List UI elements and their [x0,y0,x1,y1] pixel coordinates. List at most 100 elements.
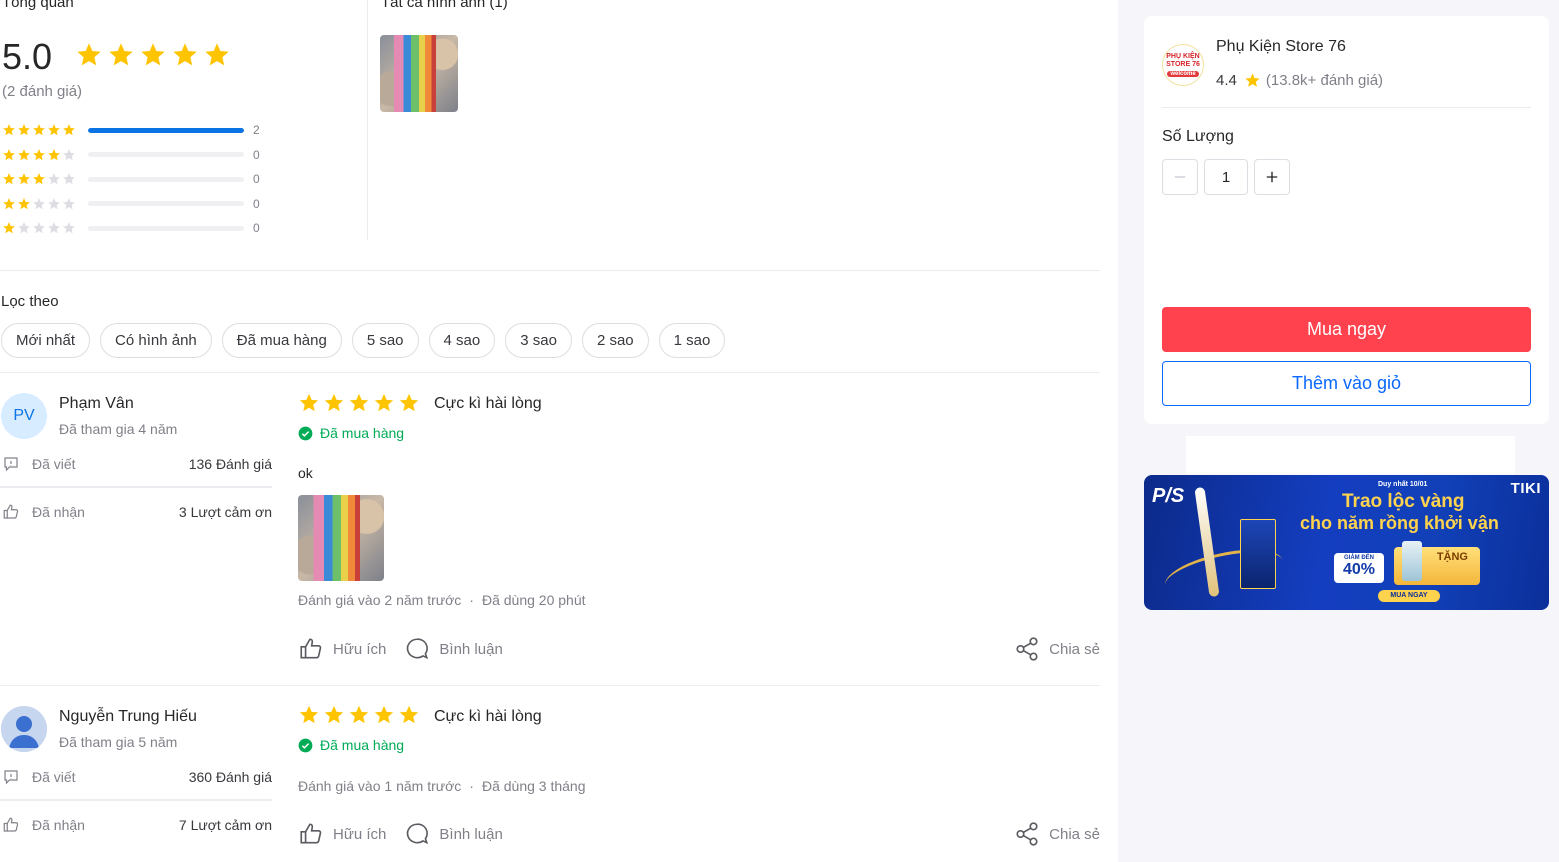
meta-dot: · [469,592,474,608]
review-stars [298,392,420,414]
star-empty-icon [48,222,60,234]
star-filled-icon [33,173,45,185]
distribution-row[interactable]: 0 [2,143,267,168]
distribution-row[interactable]: 0 [2,216,267,241]
reviews-section: Tổng quan Tất cả hình ảnh (1) 5.0 (2 đán… [0,0,1118,862]
distribution-bar [88,152,244,158]
star-filled-icon [3,173,15,185]
thumbs-up-icon [300,638,322,659]
product-box-image [1240,519,1276,589]
helpful-button[interactable]: Hữu ích [298,821,386,847]
review-title: Cực kì hài lòng [434,395,542,412]
comment-icon [4,770,18,785]
reviewer-name: Nguyễn Trung Hiếu [59,708,197,725]
distribution-row[interactable]: 2 [2,118,267,143]
avatar: PV [1,393,47,439]
distribution-row[interactable]: 0 [2,192,267,217]
distribution-bar [88,225,244,231]
comment-bubble-icon [407,638,429,660]
filter-chip-3-stars[interactable]: 3 sao [505,323,572,358]
comment-button[interactable]: Bình luận [404,821,503,847]
star-filled-icon [77,43,101,66]
row-stars [2,172,82,186]
star-filled-icon [3,148,15,160]
distribution-count: 0 [253,196,260,211]
purchase-card: PHỤ KIỆN STORE 76 welcome Phụ Kiện Store… [1144,16,1549,424]
row-stars [2,221,82,235]
section-divider [367,0,368,240]
thumbs-up-icon [3,504,19,519]
product-photo [298,495,384,581]
add-to-cart-button[interactable]: Thêm vào giỏ [1162,361,1531,406]
distribution-count: 0 [253,147,260,162]
distribution-fill [88,127,244,133]
quantity-input[interactable] [1204,159,1248,195]
filter-chip-newest[interactable]: Mới nhất [1,323,91,358]
reviews-written: Đã viết 360 Đánh giá [2,766,272,788]
star-empty-icon [63,222,75,234]
purchased-badge: Đã mua hàng [298,737,404,753]
avatar [1,706,47,752]
average-score: 5.0 [2,36,53,77]
user-silhouette-icon [1,706,47,752]
purchased-label: Đã mua hàng [320,425,405,441]
star-empty-icon [63,173,75,185]
star-filled-icon [173,43,197,66]
review-time: Đánh giá vào 1 năm trước [298,778,462,794]
written-label: Đã viết [32,456,76,472]
divider [0,270,1100,271]
thumbs-up-icon [3,817,19,832]
divider [1162,107,1531,108]
promo-banner[interactable]: P/S TIKI Duy nhất 10/01 Trao lộc vàng ch… [1144,475,1549,610]
distribution-count: 0 [253,172,260,187]
star-filled-icon [3,124,15,136]
filter-chip-2-stars[interactable]: 2 sao [581,323,649,358]
share-button[interactable]: Chia sẻ [1014,821,1100,847]
usage-duration: Đã dùng 3 tháng [481,778,586,794]
store-logo-line-1: PHỤ KIỆN [1166,52,1200,60]
star-empty-icon [18,222,30,234]
review-photo[interactable] [298,495,384,581]
filter-chip-5-stars[interactable]: 5 sao [351,323,419,358]
filter-chip-1-star[interactable]: 1 sao [658,323,726,358]
filter-chip-purchased[interactable]: Đã mua hàng [221,323,342,358]
reviews-written: Đã viết 136 Đánh giá [2,453,272,475]
helpful-label: Hữu ích [333,640,387,658]
share-button[interactable]: Chia sẻ [1014,636,1100,662]
comment-label: Bình luận [439,640,503,658]
filter-chip-with-images[interactable]: Có hình ảnh [100,323,212,358]
star-icon [1245,73,1260,87]
star-filled-icon [374,393,394,412]
store-rating: 4.4 (13.8k+ đánh giá) [1216,72,1383,89]
comment-button[interactable]: Bình luận [404,636,503,662]
filter-chips: Mới nhất Có hình ảnh Đã mua hàng 5 sao 4… [1,323,726,358]
star-filled-icon [349,705,369,724]
banner-headline-2: cho năm rồng khởi vận [1300,513,1499,533]
star-filled-icon [205,43,229,66]
filter-chip-4-stars[interactable]: 4 sao [428,323,496,358]
decrease-quantity-button[interactable] [1162,159,1198,195]
review-meta: Đánh giá vào 2 năm trước · Đã dùng 20 ph… [298,592,586,608]
buy-now-button[interactable]: Mua ngay [1162,307,1531,352]
banner-discount: GIẢM ĐẾN 40% [1334,553,1384,583]
star-filled-icon [374,705,394,724]
store-logo[interactable]: PHỤ KIỆN STORE 76 welcome [1162,44,1204,86]
purchase-sidebar: PHỤ KIỆN STORE 76 welcome Phụ Kiện Store… [1118,0,1559,862]
distribution-row[interactable]: 0 [2,167,267,192]
row-stars [2,123,82,137]
share-label: Chia sẻ [1049,640,1100,658]
review-image-thumbnail[interactable] [380,35,458,112]
comment-bubble-icon [407,823,429,845]
star-filled-icon [3,197,15,209]
increase-quantity-button[interactable] [1254,159,1290,195]
banner-cta[interactable]: MUA NGAY [1378,590,1440,602]
review-time: Đánh giá vào 2 năm trước [298,592,462,608]
review-actions: Hữu ích Bình luận Chia sẻ [298,635,1100,663]
average-stars [75,41,231,69]
helpful-button[interactable]: Hữu ích [298,636,386,662]
store-name[interactable]: Phụ Kiện Store 76 [1216,38,1346,56]
star-empty-icon [33,197,45,209]
quantity-label: Số Lượng [1162,128,1234,145]
star-empty-icon [48,173,60,185]
star-filled-icon [109,43,133,66]
